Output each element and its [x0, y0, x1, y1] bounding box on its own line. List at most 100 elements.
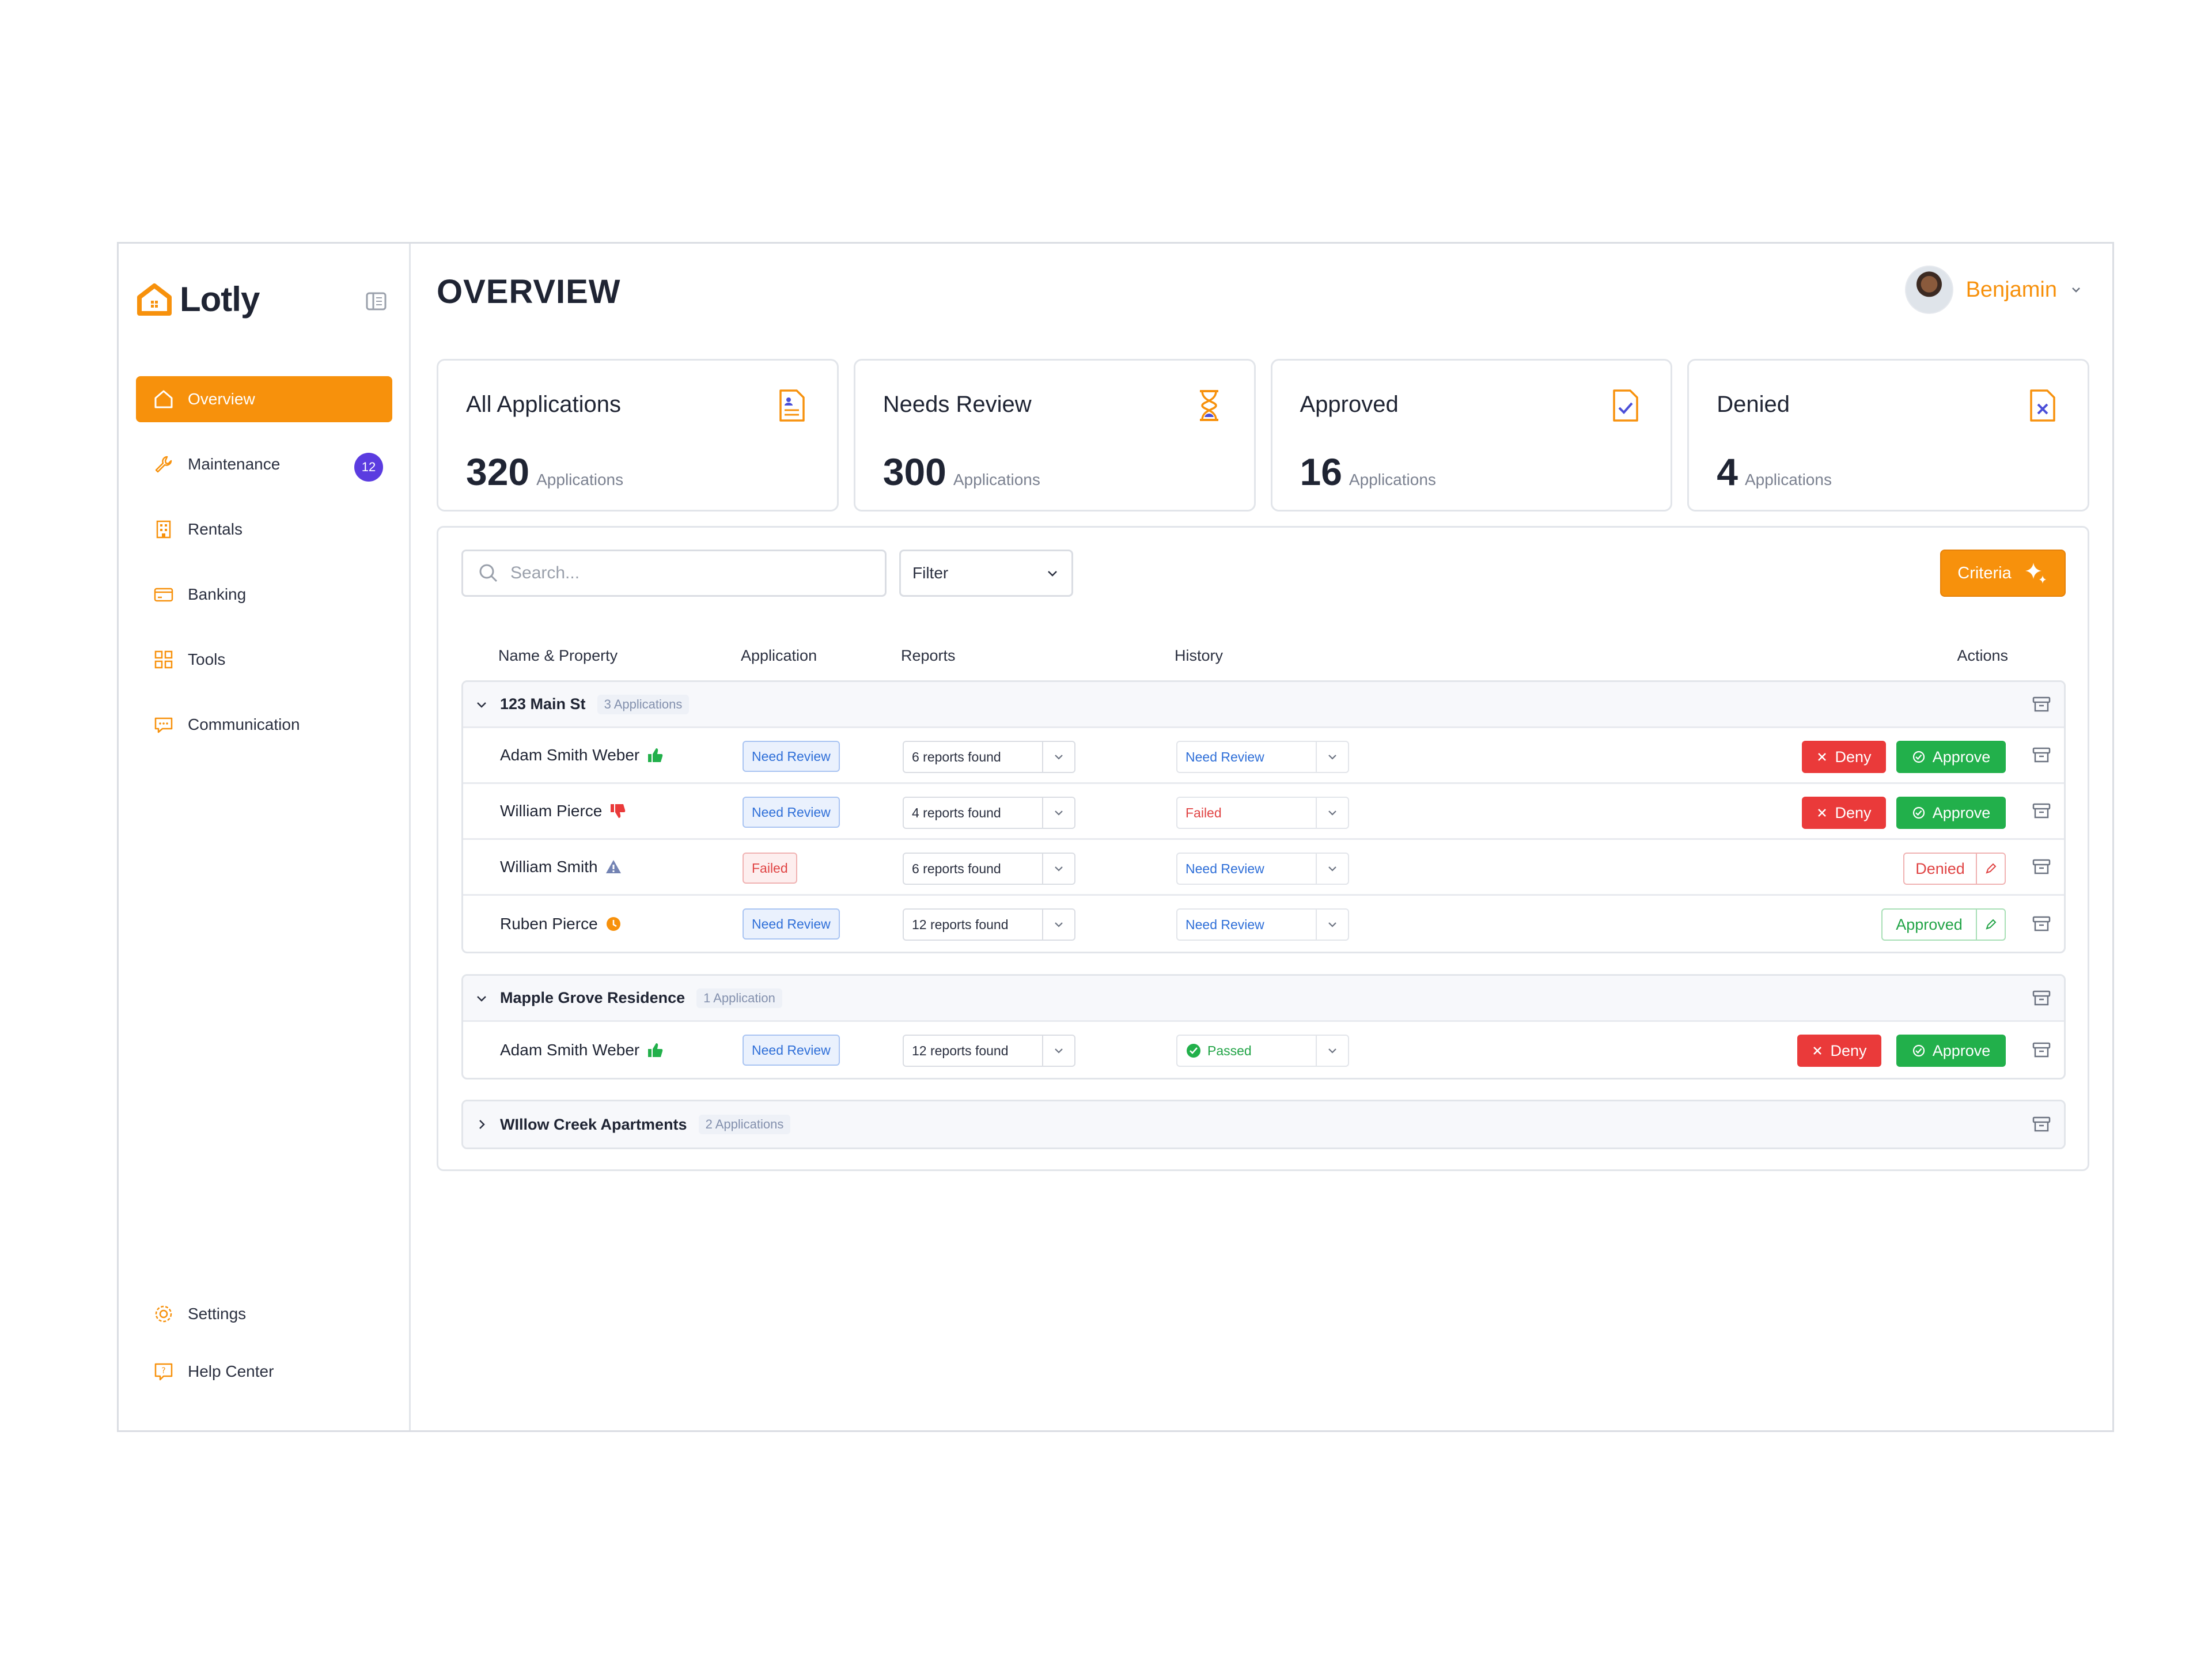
reports-dropdown[interactable]: 4 reports found	[903, 797, 1075, 829]
deny-button[interactable]: Deny	[1802, 741, 1886, 773]
help-icon: ?	[152, 1360, 175, 1383]
reports-label: 4 reports found	[912, 805, 1001, 820]
chevron-down-icon	[1042, 742, 1074, 772]
history-dropdown[interactable]: Need Review	[1176, 853, 1349, 885]
table-row[interactable]: William Pierce Need Review 4 reports fou…	[463, 784, 2064, 840]
sidebar-item-help-center[interactable]: ? Help Center	[136, 1349, 392, 1395]
deny-label: Deny	[1835, 748, 1872, 766]
wrench-icon	[152, 453, 175, 476]
edit-icon[interactable]	[1976, 910, 2005, 940]
stat-card-approved[interactable]: Approved 16 Applications	[1270, 359, 1673, 512]
table-row[interactable]: Ruben Pierce Need Review 12 reports foun…	[463, 896, 2064, 952]
deny-button[interactable]: Deny	[1802, 797, 1886, 829]
sidebar-item-overview[interactable]: Overview	[136, 376, 392, 422]
application-status-tag: Need Review	[743, 908, 840, 940]
stat-unit: Applications	[953, 471, 1040, 488]
group-count: 2 Applications	[698, 1115, 791, 1134]
archive-icon[interactable]	[2032, 695, 2051, 714]
table-row[interactable]: William Smith Failed 6 reports found Nee…	[463, 840, 2064, 896]
edit-icon[interactable]	[1976, 854, 2005, 884]
stat-card-all-applications[interactable]: All Applications 320 Applications	[437, 359, 839, 512]
denied-status-pill[interactable]: Denied	[1903, 853, 2006, 885]
group-count: 1 Application	[696, 988, 782, 1008]
filter-select[interactable]: Filter	[899, 550, 1073, 597]
sidebar-item-communication[interactable]: Communication	[136, 702, 392, 748]
approve-button[interactable]: Approve	[1896, 1035, 2006, 1067]
applicant-name: William Smith	[500, 858, 598, 876]
check-badge-icon	[1187, 1044, 1200, 1058]
warning-icon	[605, 860, 621, 873]
approved-status-pill[interactable]: Approved	[1881, 908, 2006, 941]
user-menu[interactable]: Benjamin	[1904, 266, 2082, 314]
sidebar-item-maintenance[interactable]: Maintenance 12	[136, 441, 392, 487]
chevron-down-icon	[1316, 910, 1348, 940]
clock-icon	[606, 916, 620, 931]
reports-dropdown[interactable]: 6 reports found	[903, 853, 1075, 885]
column-header: Application	[741, 647, 817, 664]
archive-icon[interactable]	[2032, 745, 2051, 765]
sparkle-icon	[2025, 563, 2046, 584]
credit-card-icon	[152, 583, 175, 606]
history-label: Need Review	[1185, 861, 1264, 876]
approve-button[interactable]: Approve	[1896, 797, 2006, 829]
reports-label: 6 reports found	[912, 749, 1001, 764]
check-circle-icon	[1912, 1044, 1925, 1057]
table-row[interactable]: Adam Smith Weber Need Review 12 reports …	[463, 1022, 2064, 1078]
stats-cards: All Applications 320 Applications Needs …	[437, 359, 2089, 512]
sidebar-item-label: Communication	[188, 715, 300, 733]
search-input[interactable]: Search...	[461, 550, 887, 597]
sidebar-collapse-icon[interactable]	[365, 290, 388, 313]
home-icon	[152, 388, 175, 411]
group-count: 3 Applications	[597, 694, 690, 714]
reports-dropdown[interactable]: 12 reports found	[903, 1035, 1075, 1067]
deny-button[interactable]: Deny	[1797, 1035, 1881, 1067]
criteria-button[interactable]: Criteria	[1940, 550, 2066, 597]
group-header[interactable]: 123 Main St 3 Applications	[463, 682, 2064, 728]
approve-button[interactable]: Approve	[1896, 741, 2006, 773]
archive-icon[interactable]	[2032, 914, 2051, 934]
history-dropdown[interactable]: Need Review	[1176, 741, 1349, 773]
archive-icon[interactable]	[2032, 988, 2051, 1008]
sidebar: Lotly Overview Maintenance 12 Rentals Ba…	[119, 244, 411, 1430]
stat-card-denied[interactable]: Denied 4 Applications	[1687, 359, 2089, 512]
stat-card-needs-review[interactable]: Needs Review 300 Applications	[853, 359, 1256, 512]
table-row[interactable]: Adam Smith Weber Need Review 6 reports f…	[463, 728, 2064, 784]
sidebar-item-banking[interactable]: Banking	[136, 571, 392, 618]
brand-name: Lotly	[180, 280, 260, 319]
chevron-right-icon[interactable]	[475, 1118, 488, 1131]
brand[interactable]: Lotly	[136, 279, 260, 319]
archive-icon[interactable]	[2032, 857, 2051, 877]
thumbs-up-icon	[648, 748, 663, 762]
sidebar-item-tools[interactable]: Tools	[136, 637, 392, 683]
group-header[interactable]: Mapple Grove Residence 1 Application	[463, 976, 2064, 1022]
chevron-down-icon	[1042, 1036, 1074, 1066]
sidebar-item-label: Rentals	[188, 520, 243, 538]
search-placeholder: Search...	[510, 563, 580, 582]
sidebar-item-label: Overview	[188, 390, 255, 408]
sidebar-bottom-nav: Settings ? Help Center	[136, 1291, 392, 1406]
sidebar-item-rentals[interactable]: Rentals	[136, 506, 392, 552]
close-icon	[1813, 1047, 1822, 1055]
stat-value: 16	[1300, 450, 1342, 493]
property-group: 123 Main St 3 Applications Adam Smith We…	[461, 680, 2066, 953]
archive-icon[interactable]	[2032, 1040, 2051, 1060]
svg-text:?: ?	[161, 1366, 165, 1376]
grid-icon	[152, 648, 175, 671]
archive-icon[interactable]	[2032, 1115, 2051, 1134]
group-header[interactable]: WIllow Creek Apartments 2 Applications	[463, 1101, 2064, 1147]
sidebar-item-settings[interactable]: Settings	[136, 1291, 392, 1337]
applicant-name: Adam Smith Weber	[500, 1040, 640, 1059]
column-header: Reports	[901, 647, 956, 664]
history-dropdown[interactable]: Need Review	[1176, 908, 1349, 941]
history-dropdown[interactable]: Failed	[1176, 797, 1349, 829]
sidebar-item-label: Help Center	[188, 1362, 274, 1380]
maintenance-count-badge: 12	[354, 453, 383, 482]
history-dropdown[interactable]: Passed	[1176, 1035, 1349, 1067]
reports-dropdown[interactable]: 6 reports found	[903, 741, 1075, 773]
reports-dropdown[interactable]: 12 reports found	[903, 908, 1075, 941]
chevron-down-icon[interactable]	[475, 698, 488, 711]
chevron-down-icon[interactable]	[475, 991, 488, 1005]
archive-icon[interactable]	[2032, 801, 2051, 821]
main-content: OVERVIEW Benjamin All Applications 320 A…	[412, 244, 2112, 1430]
sidebar-item-label: Banking	[188, 585, 247, 603]
